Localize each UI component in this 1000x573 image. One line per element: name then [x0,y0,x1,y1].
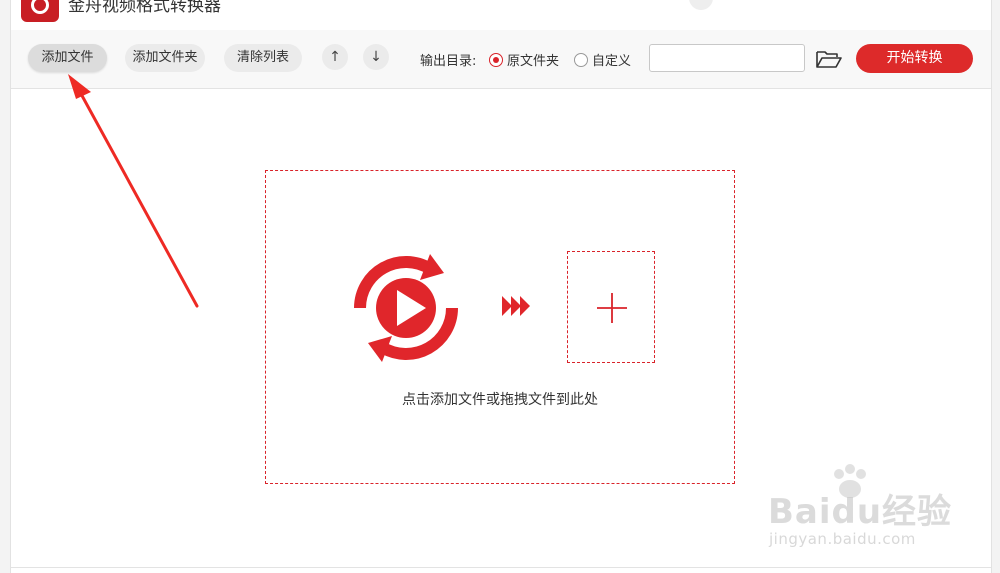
arrow-up-icon: ↑ [329,49,341,65]
add-file-box[interactable] [567,251,655,363]
baidu-watermark: Baidu经验 jingyan.baidu.com [765,462,965,557]
forward-arrows-icon [502,296,530,316]
radio-checked-icon [489,53,503,67]
move-down-button[interactable]: ↓ [363,44,389,70]
arrow-down-icon: ↓ [370,49,382,65]
output-path-input[interactable] [649,44,805,72]
bottom-divider [11,567,991,568]
output-dir-label: 输出目录: [420,54,477,69]
watermark-brand: Baidu经验 [768,492,953,532]
drop-zone[interactable]: 点击添加文件或拖拽文件到此处 [265,170,735,484]
watermark-url: jingyan.baidu.com [769,530,916,548]
drop-hint-text: 点击添加文件或拖拽文件到此处 [402,392,598,408]
radio-unchecked-icon [574,53,588,67]
video-convert-logo-icon [354,254,458,362]
radio-original-folder[interactable]: 原文件夹 [489,50,560,69]
clear-list-button[interactable]: 清除列表 [224,44,302,72]
radio-custom-label: 自定义 [592,54,632,69]
move-up-button[interactable]: ↑ [322,44,348,70]
add-file-button[interactable]: 添加文件 [28,44,107,72]
add-folder-button[interactable]: 添加文件夹 [125,44,205,72]
title-bar-button[interactable] [689,0,713,10]
radio-custom[interactable]: 自定义 [574,50,632,69]
start-convert-button[interactable]: 开始转换 [856,44,973,73]
radio-original-folder-label: 原文件夹 [507,54,560,69]
app-title: 金舟视频格式转换器 [68,0,221,16]
plus-icon [597,293,627,323]
folder-open-icon[interactable] [815,49,843,69]
toolbar: 添加文件 添加文件夹 清除列表 ↑ ↓ 输出目录: 原文件夹 自定义 开始转换 [11,30,991,89]
app-logo-icon [21,0,59,22]
title-bar: 金舟视频格式转换器 [11,0,991,31]
